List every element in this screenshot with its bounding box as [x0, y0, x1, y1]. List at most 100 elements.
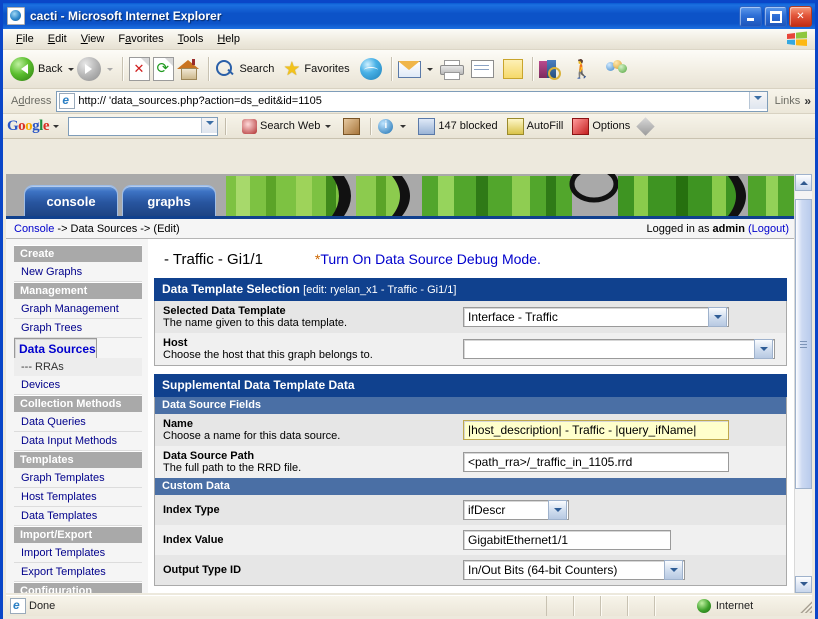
mail-dropdown-icon[interactable]: [426, 68, 433, 74]
google-search-web-button[interactable]: Search Web: [242, 118, 320, 134]
field-control-data-source-path: <path_rra>/ _traffic_in_1105.rrd: [463, 452, 780, 472]
notes-button[interactable]: [502, 59, 523, 79]
sidebar-item-data-queries[interactable]: Data Queries: [14, 413, 142, 432]
login-user: admin: [712, 222, 745, 235]
sidebar-item-new-graphs[interactable]: New Graphs: [14, 263, 142, 282]
scrollbar-thumb[interactable]: [795, 199, 812, 489]
print-button[interactable]: [439, 60, 464, 80]
status-segment-3: [601, 596, 628, 616]
field-control-host: [463, 339, 780, 359]
sidebar-header-create: Create: [14, 245, 142, 262]
chevron-down-icon[interactable]: [664, 560, 683, 580]
close-button[interactable]: ✕: [789, 6, 812, 27]
chevron-down-icon[interactable]: [548, 500, 567, 520]
address-dropdown-button[interactable]: [748, 91, 767, 109]
sidebar-item-graph-management[interactable]: Graph Management: [14, 300, 142, 319]
scrollbar-track[interactable]: [795, 191, 812, 576]
back-button[interactable]: Back: [10, 57, 62, 81]
google-popup-info-button[interactable]: [343, 117, 363, 135]
field-row-selected-data-template: Selected Data Template The name given to…: [155, 301, 786, 333]
edit-button[interactable]: [470, 60, 494, 78]
forward-button[interactable]: [77, 57, 102, 81]
menu-view[interactable]: View: [74, 31, 112, 47]
google-options-button[interactable]: Options: [572, 117, 630, 135]
index-type-select[interactable]: ifDescr: [463, 500, 569, 520]
forward-dropdown-icon[interactable]: [107, 68, 114, 74]
cacti-banner-image: [226, 174, 795, 216]
sidebar-item-graph-trees[interactable]: Graph Trees: [14, 319, 142, 338]
security-zone[interactable]: Internet: [655, 596, 795, 616]
google-menu-icon[interactable]: [53, 125, 60, 131]
menu-tools[interactable]: Tools: [171, 31, 211, 47]
sidebar-item-data-sources[interactable]: Data Sources: [14, 338, 97, 358]
sidebar-item-rras[interactable]: --- RRAs: [14, 358, 142, 376]
google-search-dropdown-icon[interactable]: [201, 117, 218, 133]
google-page-info-button[interactable]: i: [378, 118, 396, 134]
sidebar-item-graph-templates[interactable]: Graph Templates: [14, 469, 142, 488]
sidebar-item-devices[interactable]: Devices: [14, 376, 142, 395]
research-book-icon: [538, 59, 561, 80]
field-row-output-type-id: Output Type ID In/Out Bits (64-bit Count…: [155, 555, 786, 585]
popup-blocker-icon: [418, 117, 436, 135]
research-button[interactable]: [538, 59, 561, 80]
chevron-down-icon[interactable]: [708, 307, 727, 327]
menu-file[interactable]: File: [9, 31, 41, 47]
maximize-button[interactable]: [764, 6, 787, 27]
search-button[interactable]: Search: [215, 59, 274, 79]
chevron-down-icon[interactable]: [754, 339, 773, 359]
address-bar: Address http:// 'data_sources.php?action…: [3, 89, 815, 114]
field-name: Selected Data Template: [163, 305, 286, 317]
google-popup-blocker-button[interactable]: 147 blocked: [418, 117, 498, 135]
menu-edit[interactable]: Edit: [41, 31, 74, 47]
google-page-info-dropdown-icon[interactable]: [400, 125, 407, 131]
selected-data-template-select[interactable]: Interface - Traffic: [463, 307, 729, 327]
google-search-web-dropdown-icon[interactable]: [325, 125, 332, 131]
sidebar-item-data-input-methods[interactable]: Data Input Methods: [14, 432, 142, 451]
messenger-button[interactable]: 🚶: [571, 60, 593, 78]
google-separator: [225, 117, 227, 135]
menu-help[interactable]: Help: [210, 31, 247, 47]
tab-graphs[interactable]: graphs: [122, 185, 216, 216]
scroll-up-button[interactable]: [795, 174, 812, 191]
field-row-name: Name Choose a name for this data source.…: [155, 414, 786, 446]
resize-grip-icon[interactable]: [798, 599, 812, 613]
output-type-id-select[interactable]: In/Out Bits (64-bit Counters): [463, 560, 685, 580]
field-row-index-value: Index Value GigabitEthernet1/1: [155, 525, 786, 555]
page-scrollbar[interactable]: [794, 174, 812, 593]
page-icon: [59, 93, 76, 109]
minimize-button[interactable]: [739, 6, 762, 27]
sidebar-item-host-templates[interactable]: Host Templates: [14, 488, 142, 507]
home-button[interactable]: [177, 59, 200, 80]
google-autofill-button[interactable]: AutoFill: [506, 117, 563, 135]
tab-console[interactable]: console: [24, 185, 118, 216]
google-search-input[interactable]: [68, 116, 219, 136]
logout-link[interactable]: (Logout): [748, 223, 789, 235]
toolbar-overflow-icon[interactable]: »: [804, 94, 811, 108]
field-name: Host: [163, 337, 188, 349]
host-select[interactable]: [463, 339, 775, 359]
discuss-button[interactable]: [605, 60, 628, 78]
data-source-path-input[interactable]: <path_rra>/ _traffic_in_1105.rrd: [463, 452, 729, 472]
mail-button[interactable]: [397, 60, 421, 78]
data-template-selection-header: Data Template Selection [edit: ryelan_x1…: [154, 278, 787, 301]
refresh-button[interactable]: ⟳: [153, 57, 175, 81]
sidebar-item-data-templates[interactable]: Data Templates: [14, 507, 142, 526]
field-control-name: |host_description| - Traffic - |query_if…: [463, 420, 780, 440]
menu-favorites[interactable]: Favorites: [111, 31, 170, 47]
stop-button[interactable]: ✕: [129, 57, 151, 81]
data-source-name-input[interactable]: |host_description| - Traffic - |query_if…: [463, 420, 729, 440]
back-dropdown-icon[interactable]: [68, 68, 75, 74]
sidebar-item-import-templates[interactable]: Import Templates: [14, 544, 142, 563]
breadcrumb-console-link[interactable]: Console: [14, 223, 54, 235]
scroll-down-button[interactable]: [795, 576, 812, 593]
field-name: Index Type: [163, 504, 220, 516]
google-pencil-icon[interactable]: [636, 116, 655, 136]
debug-mode-link[interactable]: *Turn On Data Source Debug Mode.: [315, 251, 541, 267]
breadcrumb-bar: Console -> Data Sources -> (Edit) Logged…: [6, 219, 795, 239]
sidebar-item-export-templates[interactable]: Export Templates: [14, 563, 142, 582]
media-button[interactable]: [359, 58, 382, 80]
index-value-input[interactable]: GigabitEthernet1/1: [463, 530, 671, 550]
address-input[interactable]: http:// 'data_sources.php?action=ds_edit…: [56, 90, 768, 112]
favorites-button[interactable]: ★ Favorites: [283, 60, 349, 79]
links-label[interactable]: Links: [775, 95, 801, 107]
